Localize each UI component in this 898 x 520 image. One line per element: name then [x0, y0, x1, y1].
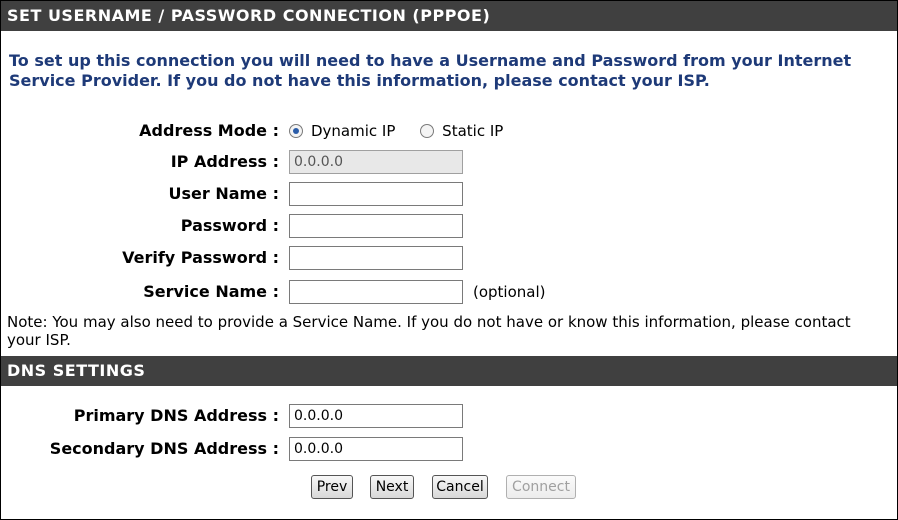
cancel-button[interactable]: Cancel: [432, 475, 488, 499]
address-mode-label: Address Mode :: [139, 121, 279, 140]
dynamic-ip-radio[interactable]: [289, 123, 303, 138]
service-name-note: Note: You may also need to provide a Ser…: [7, 313, 851, 349]
intro-text: To set up this connection you will need …: [9, 51, 852, 90]
address-mode-options: Dynamic IP Static IP: [289, 118, 523, 144]
verify-password-row: Verify Password :: [1, 245, 897, 271]
pppoe-setup-panel: SET USERNAME / PASSWORD CONNECTION (PPPO…: [0, 0, 898, 520]
service-name-label: Service Name :: [143, 282, 279, 301]
pppoe-section-title: SET USERNAME / PASSWORD CONNECTION (PPPO…: [1, 1, 897, 31]
prev-button[interactable]: Prev: [311, 475, 353, 499]
dns-section-title: DNS SETTINGS: [1, 356, 897, 386]
secondary-dns-input[interactable]: [289, 437, 463, 461]
secondary-dns-label: Secondary DNS Address :: [49, 439, 279, 458]
primary-dns-label: Primary DNS Address :: [73, 406, 279, 425]
password-input[interactable]: [289, 214, 463, 238]
ip-address-input[interactable]: [289, 150, 463, 174]
verify-password-label: Verify Password :: [122, 248, 279, 267]
user-name-label: User Name :: [168, 184, 279, 203]
user-name-row: User Name :: [1, 181, 897, 207]
password-label: Password :: [180, 216, 279, 235]
primary-dns-row: Primary DNS Address :: [1, 403, 897, 429]
primary-dns-input[interactable]: [289, 404, 463, 428]
dynamic-ip-label[interactable]: Dynamic IP: [311, 122, 395, 140]
service-name-row: Service Name : (optional): [1, 279, 897, 305]
next-button[interactable]: Next: [370, 475, 414, 499]
user-name-input[interactable]: [289, 182, 463, 206]
connect-button[interactable]: Connect: [506, 475, 576, 499]
ip-address-label: IP Address :: [170, 152, 279, 171]
static-ip-label[interactable]: Static IP: [442, 122, 503, 140]
verify-password-input[interactable]: [289, 246, 463, 270]
ip-address-row: IP Address :: [1, 149, 897, 175]
service-name-input[interactable]: [289, 280, 463, 304]
address-mode-row: Address Mode : Dynamic IP Static IP: [1, 118, 897, 144]
secondary-dns-row: Secondary DNS Address :: [1, 436, 897, 462]
password-row: Password :: [1, 213, 897, 239]
static-ip-radio[interactable]: [420, 123, 435, 138]
service-name-optional-hint: (optional): [473, 283, 546, 301]
